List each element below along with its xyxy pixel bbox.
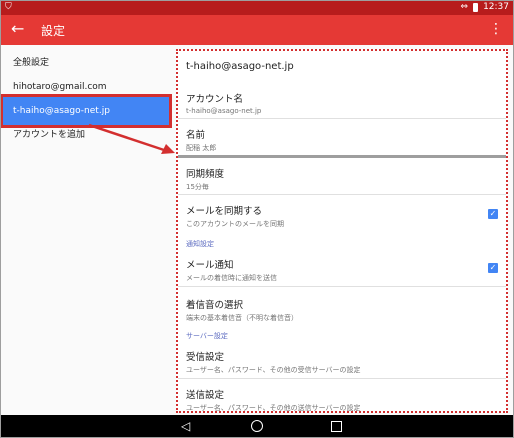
nav-home-icon[interactable]	[251, 420, 263, 432]
annotation-arrow	[88, 123, 175, 154]
system-nav-bar: ◁	[1, 415, 513, 437]
nav-recents-icon[interactable]	[331, 421, 342, 432]
app-window: ⛉ ⇔ 12:37 ← 設定 ⋮ 全般設定 hihotaro@gmail.com…	[0, 0, 514, 438]
nav-back-icon[interactable]: ◁	[181, 419, 190, 433]
